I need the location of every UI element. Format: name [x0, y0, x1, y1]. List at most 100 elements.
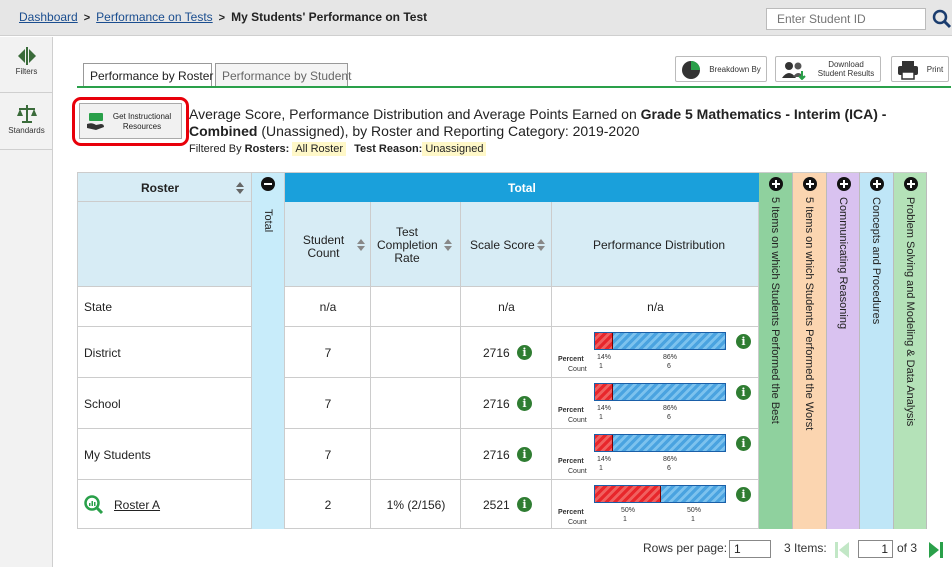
filter-summary: Filtered By Rosters: All Roster Test Rea…: [189, 142, 487, 156]
info-icon[interactable]: i: [736, 334, 751, 349]
distribution-bar: [594, 383, 726, 401]
info-icon[interactable]: i: [736, 487, 751, 502]
top-bar: Dashboard > Performance on Tests > My Studen…: [0, 0, 952, 36]
collapse-icon[interactable]: [261, 177, 275, 191]
table-cell: [371, 287, 461, 327]
low-count: 1: [599, 414, 603, 421]
search-icon[interactable]: [932, 8, 952, 30]
expand-icon[interactable]: [870, 177, 884, 191]
tab-performance-by-student[interactable]: Performance by Student: [215, 63, 351, 87]
high-percent: 86%: [663, 405, 678, 412]
completion-rate-header[interactable]: Test Completion Rate: [371, 202, 461, 287]
breadcrumb-dashboard-link[interactable]: Dashboard: [19, 10, 78, 24]
rows-per-page-label: Rows per page:: [643, 541, 728, 555]
student-count: 7: [324, 448, 332, 462]
info-icon[interactable]: i: [517, 497, 532, 512]
pie-chart-icon: [682, 61, 700, 79]
performance-distribution-label: Performance Distribution: [593, 238, 726, 252]
table-cell: School: [77, 378, 252, 429]
high-count: 6: [667, 414, 671, 421]
roster-header-label: Roster: [141, 181, 180, 195]
scale-score: 2521: [483, 498, 510, 512]
breadcrumb-separator: >: [218, 12, 226, 24]
student-count: 7: [324, 346, 332, 360]
info-icon[interactable]: i: [736, 436, 751, 451]
student-id-input[interactable]: [766, 8, 926, 30]
sort-icon[interactable]: [537, 239, 545, 251]
reporting-category-column[interactable]: 5 Items on which Students Performed the …: [759, 172, 793, 529]
table-cell: Roster A: [77, 480, 252, 529]
item-count: 3 Items:: [784, 541, 827, 555]
page-title: My Students' Performance on Test: [231, 10, 428, 24]
expand-icon[interactable]: [837, 177, 851, 191]
report-title: Average Score, Performance Distribution …: [189, 106, 929, 140]
scale-score-label: Scale Score: [470, 238, 535, 252]
roster-name: State: [84, 300, 113, 314]
info-icon[interactable]: i: [517, 345, 532, 360]
filters-label: Filters: [15, 67, 38, 76]
roster-header-spacer: [77, 202, 252, 287]
printer-icon: [898, 61, 918, 80]
breakdown-label: Breakdown By: [709, 65, 761, 74]
table-cell: District: [77, 327, 252, 378]
sort-icon[interactable]: [357, 239, 365, 251]
roster-detail-icon[interactable]: [84, 495, 104, 515]
next-page-icon[interactable]: [928, 541, 944, 559]
reporting-category-column[interactable]: 5 Items on which Students Performed the …: [793, 172, 827, 529]
page-number-input[interactable]: 1: [858, 540, 893, 558]
table-row: My Students 7 2716 i i Percent Count 14% 86% 1 6: [77, 429, 759, 480]
reporting-category-column[interactable]: Problem Solving and Modeling & Data Anal…: [894, 172, 927, 529]
download-users-icon: [782, 62, 806, 80]
expand-icon[interactable]: [769, 177, 783, 191]
reporting-category-column[interactable]: Communicating Reasoning: [827, 172, 860, 529]
sort-icon[interactable]: [236, 182, 244, 194]
total-header-label: Total: [508, 181, 536, 195]
table-cell: 2521 i: [461, 480, 552, 529]
scales-icon: [16, 105, 37, 123]
performance-distribution-header: Performance Distribution: [552, 202, 759, 287]
roster-column-header[interactable]: Roster: [77, 172, 252, 202]
filters-toggle[interactable]: Filters: [0, 37, 53, 93]
table-cell: 7: [285, 378, 371, 429]
breadcrumb-performance-link[interactable]: Performance on Tests: [96, 10, 213, 24]
below-standard-segment: [595, 435, 613, 451]
previous-page-icon[interactable]: [834, 541, 850, 559]
print-button[interactable]: Print: [891, 56, 949, 82]
scale-score: 2716: [483, 448, 510, 462]
sort-icon[interactable]: [444, 239, 452, 251]
info-icon[interactable]: i: [517, 447, 532, 462]
category-label: Communicating Reasoning: [837, 197, 849, 330]
breakdown-by-button[interactable]: Breakdown By: [675, 56, 767, 82]
table-row: District 7 2716 i i Percent Count 14% 86% 1 6: [77, 327, 759, 378]
count-label: Count: [568, 366, 587, 373]
breadcrumb-separator: >: [83, 12, 91, 24]
percent-label: Percent: [558, 509, 584, 516]
reporting-category-column[interactable]: Concepts and Procedures: [860, 172, 894, 529]
distribution-bar: [594, 434, 726, 452]
breadcrumb: Dashboard > Performance on Tests > My Studen…: [19, 10, 427, 24]
tab-performance-by-roster[interactable]: Performance by Roster: [83, 63, 213, 87]
expand-icon[interactable]: [803, 177, 817, 191]
low-percent: 14%: [597, 354, 612, 361]
roster-link[interactable]: Roster A: [114, 498, 160, 512]
table-cell: My Students: [77, 429, 252, 480]
low-percent: 14%: [597, 405, 612, 412]
total-group-header: Total: [285, 172, 759, 202]
count-label: Count: [568, 417, 587, 424]
expand-icon[interactable]: [904, 177, 918, 191]
roster-name: School: [84, 397, 121, 411]
table-cell: State: [77, 287, 252, 327]
table-cell: [371, 429, 461, 480]
student-count-header[interactable]: Student Count: [285, 202, 371, 287]
tab-underline: [77, 86, 951, 88]
standards-toggle[interactable]: Standards: [0, 94, 53, 150]
info-icon[interactable]: i: [517, 396, 532, 411]
high-count: 6: [667, 465, 671, 472]
percent-label: Percent: [558, 356, 584, 363]
download-student-results-button[interactable]: Download Student Results: [775, 56, 881, 82]
scale-score-header[interactable]: Scale Score: [461, 202, 552, 287]
info-icon[interactable]: i: [736, 385, 751, 400]
rows-per-page-input[interactable]: 1: [729, 540, 771, 558]
table-cell: i Percent Count 14% 86% 1 6: [552, 327, 759, 378]
scale-score: n/a: [498, 300, 515, 314]
